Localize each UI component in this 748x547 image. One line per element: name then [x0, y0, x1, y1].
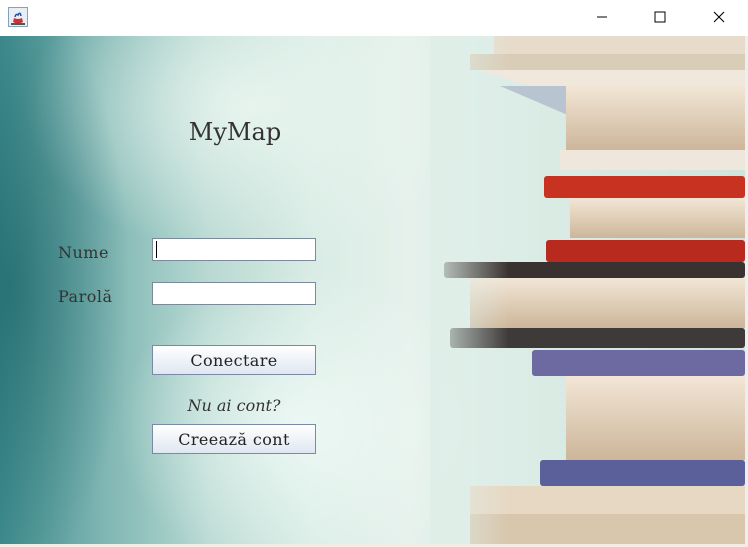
minimize-icon	[596, 11, 608, 23]
text-caret	[156, 241, 157, 258]
books-background-image	[430, 36, 745, 544]
maximize-button[interactable]	[637, 0, 683, 34]
password-label: Parolă	[58, 287, 113, 306]
title-bar	[0, 0, 748, 34]
maximize-icon	[654, 11, 666, 23]
login-button[interactable]: Conectare	[152, 345, 316, 375]
create-account-button[interactable]: Creează cont	[152, 424, 316, 454]
app-icon[interactable]	[8, 7, 28, 27]
login-panel: MyMap Nume Parolă Conectare Nu ai cont? …	[0, 36, 745, 544]
close-icon	[713, 11, 725, 23]
close-button[interactable]	[696, 0, 742, 34]
username-label: Nume	[58, 243, 109, 262]
minimize-button[interactable]	[579, 0, 625, 34]
no-account-text: Nu ai cont?	[187, 396, 281, 415]
username-input[interactable]	[152, 238, 316, 261]
password-input[interactable]	[152, 282, 316, 305]
app-title: MyMap	[188, 118, 282, 146]
